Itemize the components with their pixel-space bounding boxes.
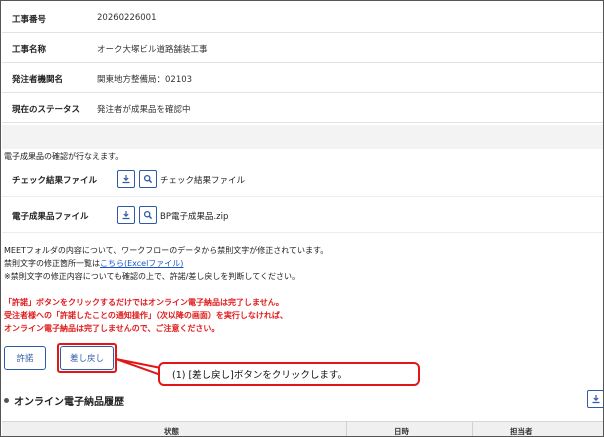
fix-list-prefix: 禁則文字の修正箇所一覧は — [4, 259, 100, 268]
history-title-text: オンライン電子納品履歴 — [14, 397, 124, 408]
search-icon — [143, 210, 153, 220]
column-header-staff: 担当者 — [510, 427, 533, 436]
info-row-status: 現在のステータス 発注者が成果品を確認中 — [2, 93, 603, 123]
callout-pointer — [115, 358, 161, 376]
file-label: チェック結果ファイル — [12, 176, 98, 186]
info-row-construction-number: 工事番号 20260226001 — [2, 3, 603, 33]
bullet-icon — [4, 398, 9, 403]
download-icon — [122, 175, 130, 184]
search-icon — [143, 174, 153, 184]
warning-line-1: 「許諾」ボタンをクリックするだけではオンライン電子納品は完了しません。 — [4, 298, 284, 307]
download-icon — [122, 211, 130, 220]
judge-note: ※禁則文字の修正内容についても確認の上で、許諾/差し戻しを判断してください。 — [4, 272, 300, 281]
fix-list-link[interactable]: こちら(Excelファイル) — [100, 259, 183, 268]
warning-line-2: 受注者様への「許諾したことの通知操作」（次以降の画面）を実行しなければ、 — [4, 311, 288, 320]
page-frame: 工事番号 20260226001 工事名称 オーク大塚ビル道路舗装工事 発注者機… — [0, 0, 604, 437]
preview-button[interactable] — [139, 170, 157, 188]
column-header-datetime: 日時 — [394, 427, 409, 436]
file-name: BP電子成果品.zip — [160, 212, 229, 222]
warning-line-3: オンライン電子納品は完了しませんので、ご注意ください。 — [4, 324, 220, 333]
history-table-header: 状態 日時 担当者 — [2, 421, 603, 436]
instruction-callout: (1) [差し戻し]ボタンをクリックします。 — [158, 362, 420, 386]
download-button[interactable] — [117, 170, 135, 188]
info-row-construction-name: 工事名称 オーク大塚ビル道路舗装工事 — [2, 33, 603, 63]
file-row-check-result: チェック結果ファイル チェック結果ファイル — [2, 161, 603, 197]
info-value: 20260226001 — [97, 13, 157, 23]
info-label: 発注者機関名 — [12, 75, 64, 85]
info-value: 発注者が成果品を確認中 — [97, 105, 191, 115]
column-header-status: 状態 — [164, 427, 179, 436]
file-name: チェック結果ファイル — [160, 176, 246, 186]
column-divider — [346, 422, 347, 436]
info-label: 現在のステータス — [12, 105, 81, 115]
info-label: 工事名称 — [12, 45, 47, 55]
column-divider — [472, 422, 473, 436]
send-back-highlight — [57, 343, 117, 373]
section-separator — [2, 125, 603, 149]
download-icon — [592, 395, 600, 404]
file-label: 電子成果品ファイル — [12, 212, 89, 222]
history-section-title: オンライン電子納品履歴 — [4, 393, 124, 408]
info-row-orderer: 発注者機関名 関東地方整備局：02103 — [2, 63, 603, 93]
history-download-button[interactable] — [587, 390, 603, 408]
forbidden-char-note: MEETフォルダの内容について、ワークフローのデータから禁則文字が修正されていま… — [4, 246, 329, 255]
info-label: 工事番号 — [12, 15, 47, 25]
preview-button[interactable] — [139, 206, 157, 224]
info-value: 関東地方整備局：02103 — [97, 75, 193, 85]
approve-button[interactable]: 許諾 — [4, 346, 46, 370]
file-row-deliverable: 電子成果品ファイル BP電子成果品.zip — [2, 197, 603, 233]
download-button[interactable] — [117, 206, 135, 224]
info-value: オーク大塚ビル道路舗装工事 — [97, 45, 208, 55]
fix-list-note: 禁則文字の修正箇所一覧はこちら(Excelファイル) — [4, 258, 183, 269]
